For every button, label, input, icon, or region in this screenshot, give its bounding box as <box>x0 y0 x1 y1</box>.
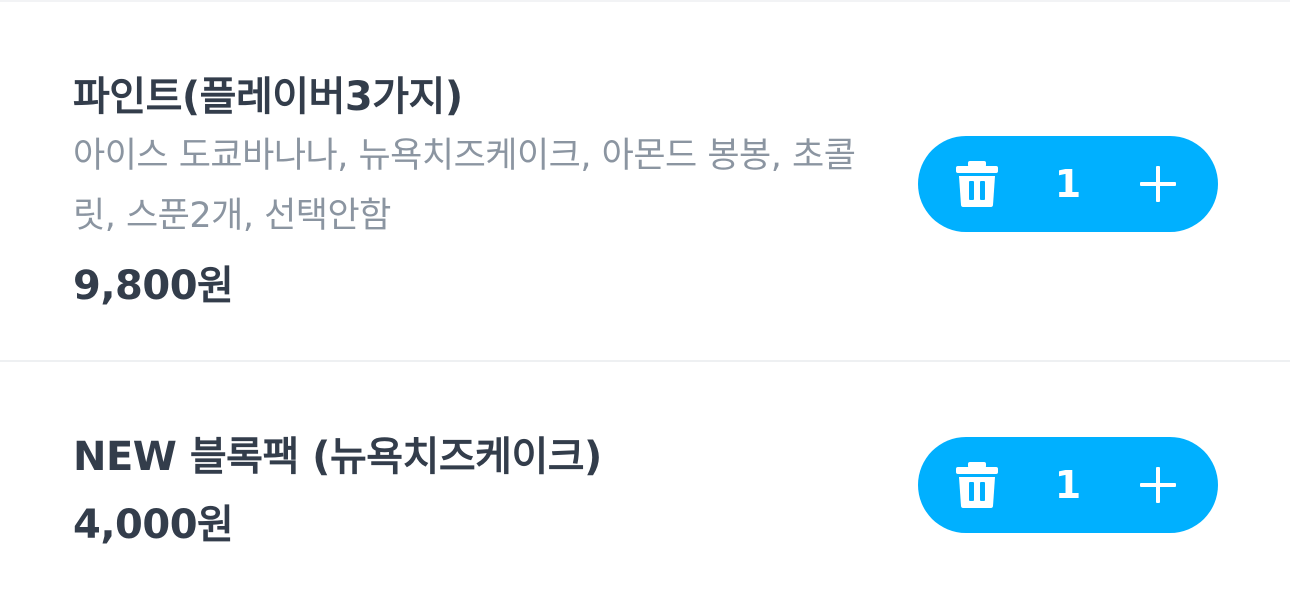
delete-button[interactable] <box>929 437 1025 533</box>
cart-item: NEW 블록팩 (뉴욕치즈케이크) 4,000원 1 <box>0 362 1290 595</box>
trash-icon <box>956 161 998 207</box>
quantity-value: 1 <box>1054 463 1082 507</box>
item-price: 9,800원 <box>73 263 234 309</box>
quantity-value: 1 <box>1054 162 1082 206</box>
delete-button[interactable] <box>929 136 1025 232</box>
item-options: 아이스 도쿄바나나, 뉴욕치즈케이크, 아몬드 봉봉, 초콜릿, 스푼2개, 선… <box>73 136 856 236</box>
cart-item: 파인트(플레이버3가지) 아이스 도쿄바나나, 뉴욕치즈케이크, 아몬드 봉봉,… <box>0 2 1290 360</box>
increase-button[interactable] <box>1110 437 1206 533</box>
cart-list: 파인트(플레이버3가지) 아이스 도쿄바나나, 뉴욕치즈케이크, 아몬드 봉봉,… <box>0 0 1290 595</box>
item-price: 4,000원 <box>73 502 234 548</box>
increase-button[interactable] <box>1110 136 1206 232</box>
quantity-stepper: 1 <box>918 136 1218 232</box>
item-name: 파인트(플레이버3가지) <box>73 74 463 120</box>
quantity-stepper: 1 <box>918 437 1218 533</box>
trash-icon <box>956 462 998 508</box>
plus-icon <box>1140 467 1176 503</box>
item-name: NEW 블록팩 (뉴욕치즈케이크) <box>73 434 602 480</box>
plus-icon <box>1140 166 1176 202</box>
